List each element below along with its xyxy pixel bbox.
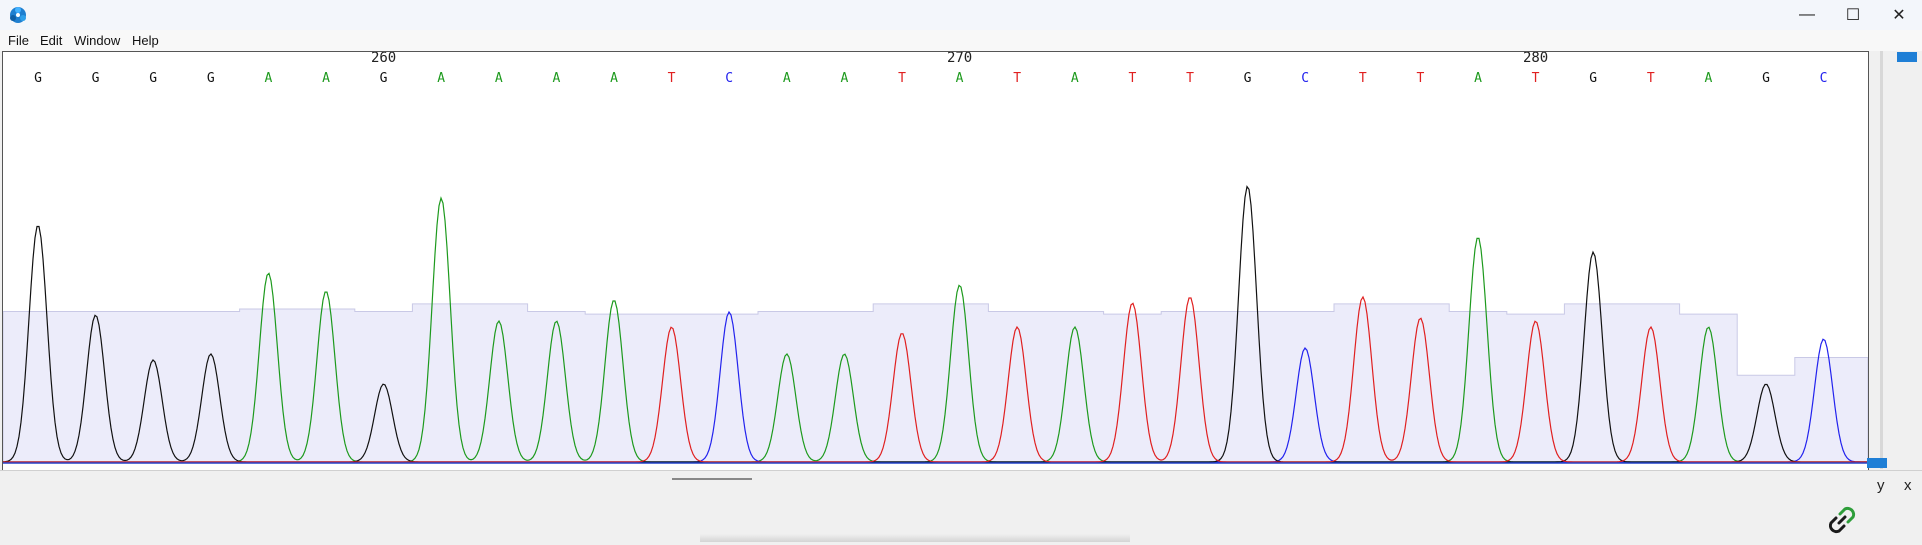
ruler-label: 280 (1523, 52, 1548, 66)
chromatogram-panel[interactable]: 260 270 280 G G G G A A G A A A A T C A A T A T A T T G C T T A T G T A G… (2, 51, 1869, 471)
base-call[interactable]: A (1704, 71, 1712, 86)
base-call[interactable]: A (1071, 71, 1079, 86)
menu-help[interactable]: Help (132, 33, 159, 48)
horizontal-scroll-thumb[interactable] (672, 478, 752, 480)
menu-window[interactable]: Window (74, 33, 120, 48)
base-call[interactable]: A (495, 71, 503, 86)
vertical-scale-track[interactable] (1880, 51, 1883, 469)
quality-histogram (3, 303, 1868, 463)
dna-app-icon[interactable] (8, 5, 28, 25)
title-bar: — ☐ ✕ (0, 0, 1922, 31)
base-call[interactable]: G (1244, 71, 1252, 86)
minimize-button[interactable]: — (1784, 0, 1830, 30)
maximize-button[interactable]: ☐ (1830, 0, 1876, 30)
ruler-label: 260 (371, 52, 396, 66)
base-call[interactable]: A (783, 71, 791, 86)
base-call[interactable]: T (1128, 71, 1136, 86)
close-button[interactable]: ✕ (1876, 0, 1922, 30)
base-call[interactable]: A (437, 71, 445, 86)
base-call[interactable]: A (1474, 71, 1482, 86)
x-zoom-handle[interactable] (1897, 52, 1917, 62)
base-call[interactable]: C (1820, 71, 1828, 86)
base-call[interactable]: A (956, 71, 964, 86)
base-call[interactable]: T (1416, 71, 1424, 86)
base-call[interactable]: T (1359, 71, 1367, 86)
y-zoom-handle[interactable] (1867, 458, 1887, 468)
base-call[interactable]: T (1647, 71, 1655, 86)
base-call[interactable]: G (92, 71, 100, 86)
base-call[interactable]: A (840, 71, 848, 86)
base-call[interactable]: T (1186, 71, 1194, 86)
base-call[interactable]: T (1013, 71, 1021, 86)
base-call[interactable]: T (1532, 71, 1540, 86)
link-icon[interactable] (1822, 500, 1862, 540)
base-call[interactable]: A (610, 71, 618, 86)
base-call[interactable]: A (264, 71, 272, 86)
menu-bar: File Edit Window Help (0, 30, 1922, 51)
y-scale-label: y (1877, 477, 1885, 494)
base-call[interactable]: C (1301, 71, 1309, 86)
scroll-shadow (700, 534, 1130, 542)
base-call[interactable]: A (552, 71, 560, 86)
base-call[interactable]: G (207, 71, 215, 86)
base-call[interactable]: T (898, 71, 906, 86)
menu-edit[interactable]: Edit (40, 33, 62, 48)
base-call[interactable]: G (149, 71, 157, 86)
base-call[interactable]: G (34, 71, 42, 86)
chromatogram-trace[interactable]: 260 270 280 G G G G A A G A A A A T C A A T A T A T T G C T T A T G T A G… (3, 52, 1868, 470)
x-scale-label: x (1904, 477, 1912, 494)
base-call[interactable]: A (322, 71, 330, 86)
base-call[interactable]: C (725, 71, 733, 86)
base-call[interactable]: T (668, 71, 676, 86)
base-call[interactable]: G (380, 71, 388, 86)
menu-file[interactable]: File (8, 33, 29, 48)
base-call[interactable]: G (1589, 71, 1597, 86)
ruler-label: 270 (947, 52, 972, 66)
base-call[interactable]: G (1762, 71, 1770, 86)
